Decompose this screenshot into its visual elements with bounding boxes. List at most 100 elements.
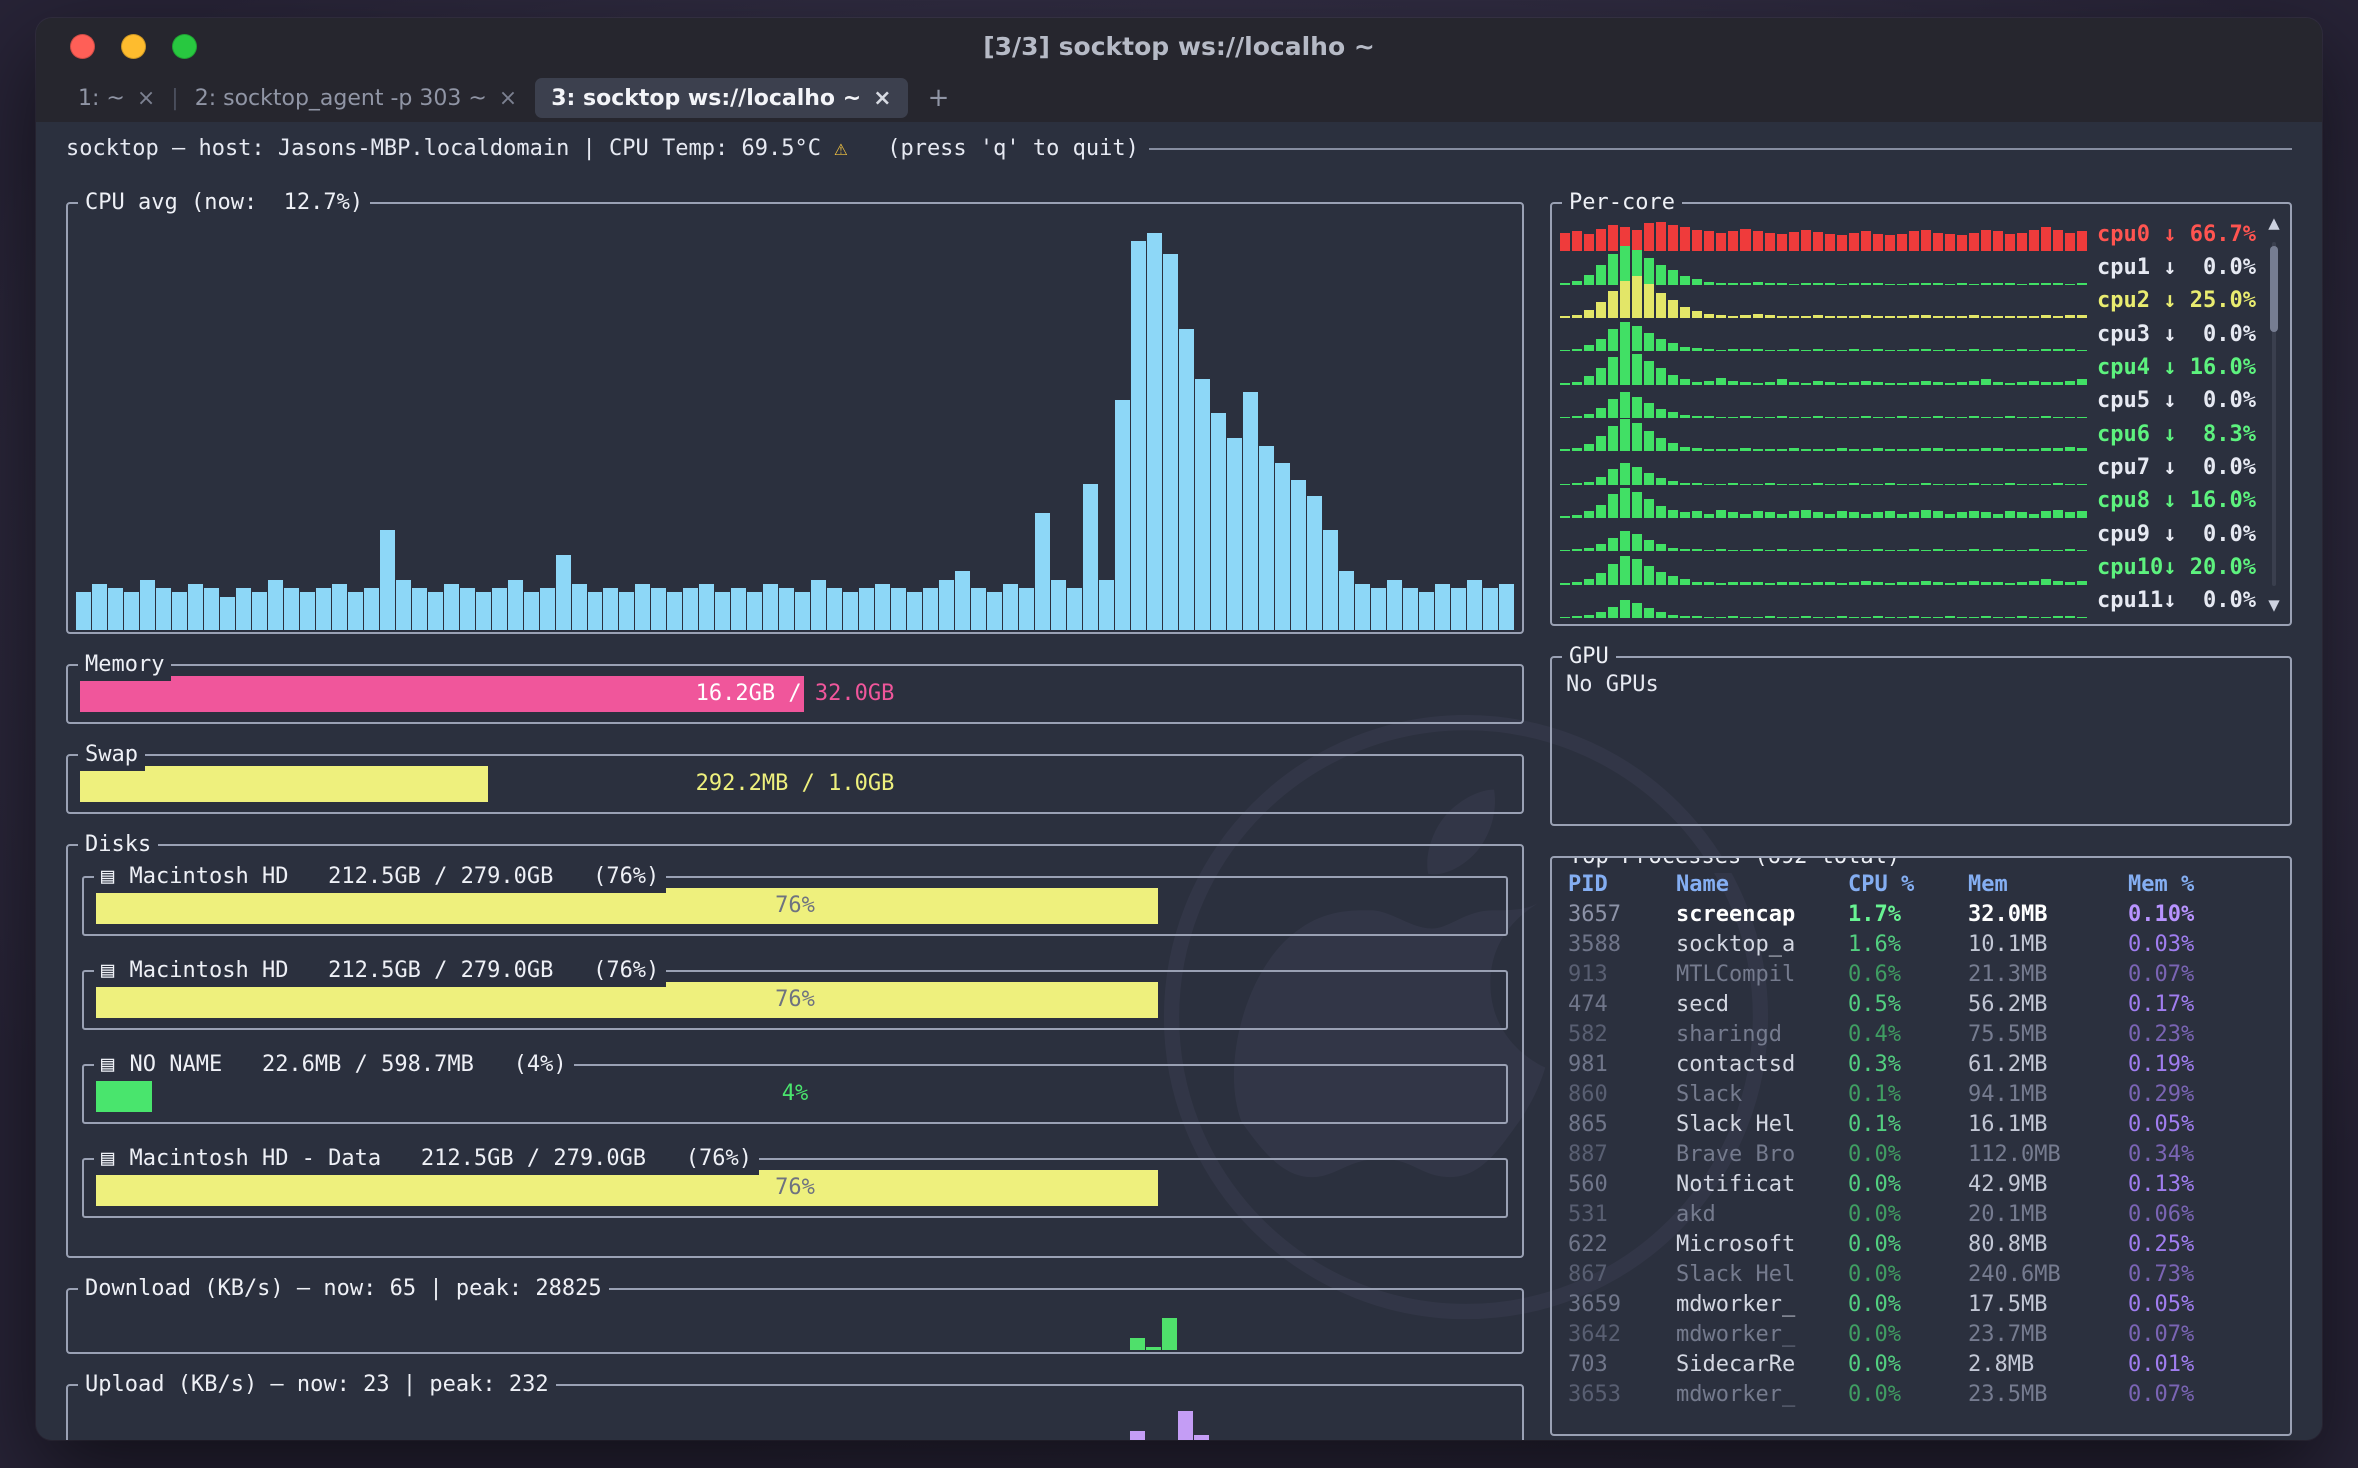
chart-bar [1957,617,1967,618]
process-row[interactable]: 3657screencap1.7%32.0MB0.10% [1568,900,2274,930]
chart-bar [1825,617,1835,618]
close-window-button[interactable] [70,34,95,59]
process-cell-memp: 0.19% [2128,1050,2274,1080]
process-row[interactable]: 531akd0.0%20.1MB0.06% [1568,1200,2274,1230]
process-cell-name: socktop_a [1676,930,1848,960]
process-cell-cpu: 0.4% [1848,1020,1968,1050]
chart-bar [1716,617,1726,618]
chart-bar [1921,617,1931,618]
core-spark-cpu3 [1560,319,2089,351]
chart-bar [1194,1435,1209,1440]
tab-2[interactable]: 2: socktop_agent -p 303 ~× [179,74,534,122]
process-row[interactable]: 913MTLCompil0.6%21.3MB0.07% [1568,960,2274,990]
disk-item-title: ▤ Macintosh HD 212.5GB / 279.0GB (76%) [94,955,666,987]
chart-bar [1789,511,1799,518]
chart-bar [1656,368,1666,385]
chart-bar [1993,617,2003,618]
chart-bar [1584,275,1594,285]
disk-icon: ▤ [101,861,114,893]
tab-close-icon[interactable]: × [137,86,155,111]
per-core-scrollbar[interactable]: ▲ ▼ [2262,208,2286,620]
process-cell-cpu: 0.0% [1848,1140,1968,1170]
chart-bar [348,592,363,630]
chart-bar [603,588,618,630]
process-cell-name: Slack Hel [1676,1110,1848,1140]
process-cell-memp: 0.01% [2128,1350,2274,1380]
chart-bar [1993,231,2003,251]
core-label-cpu5: cpu5 ↓ 0.0% [2097,386,2256,416]
process-row[interactable]: 474secd0.5%56.2MB0.17% [1568,990,2274,1020]
title-bar[interactable]: [3/3] socktop ws://localho ~ [36,18,2322,74]
chart-bar [1692,616,1702,618]
process-row[interactable]: 981contactsd0.3%61.2MB0.19% [1568,1050,2274,1080]
chart-bar [1740,617,1750,618]
chart-bar [1668,576,1678,585]
minimize-window-button[interactable] [121,34,146,59]
process-cell-name: Brave Bro [1676,1140,1848,1170]
process-row[interactable]: 860Slack0.1%94.1MB0.29% [1568,1080,2274,1110]
chart-bar [1957,235,1967,251]
process-row[interactable]: 3653mdworker_0.0%23.5MB0.07% [1568,1380,2274,1410]
top-processes-panel: Top Processes (692 total) PIDNameCPU %Me… [1550,856,2292,1436]
chart-bar [683,588,698,630]
chart-bar [1596,477,1606,485]
chart-bar [1753,231,1763,251]
tab-close-icon[interactable]: × [873,86,891,111]
chart-bar [1596,612,1606,618]
process-cell-memp: 0.29% [2128,1080,2274,1110]
process-row[interactable]: 622Microsoft0.0%80.8MB0.25% [1568,1230,2274,1260]
process-cell-memp: 0.13% [2128,1170,2274,1200]
chart-bar [1608,538,1618,551]
chart-bar [1584,444,1594,451]
zoom-window-button[interactable] [172,34,197,59]
gpu-panel: GPU No GPUs [1550,656,2292,826]
chart-bar [428,592,443,630]
process-cell-mem: 56.2MB [1968,990,2128,1020]
chart-bar [1291,480,1306,630]
chart-bar [524,592,539,630]
chart-bar [1596,408,1606,418]
new-tab-button[interactable]: + [910,74,968,122]
per-core-list: cpu0 ↓ 66.7%cpu1 ↓ 0.0%cpu2 ↓ 25.0%cpu3 … [1560,218,2256,618]
process-row[interactable]: 3588socktop_a1.6%10.1MB0.03% [1568,930,2274,960]
process-row[interactable]: 3642mdworker_0.0%23.7MB0.07% [1568,1320,2274,1350]
process-row[interactable]: 887Brave Bro0.0%112.0MB0.34% [1568,1140,2274,1170]
chart-bar [268,580,283,630]
chart-bar [1765,616,1775,618]
chart-bar [1451,588,1466,630]
tab-3[interactable]: 3: socktop ws://localho ~× [535,78,907,118]
chart-bar [332,584,347,630]
scroll-up-icon[interactable]: ▲ [2268,208,2279,238]
process-row[interactable]: 582sharingd0.4%75.5MB0.23% [1568,1020,2274,1050]
chart-bar [1572,231,1582,251]
chart-bar [1692,230,1702,251]
process-row[interactable]: 703SidecarRe0.0%2.8MB0.01% [1568,1350,2274,1380]
chart-bar [140,580,155,630]
chart-bar [987,592,1002,630]
chart-bar [1861,231,1871,251]
chart-bar [1668,615,1678,618]
process-cell-mem: 112.0MB [1968,1140,2128,1170]
scrollbar-track[interactable] [2272,242,2276,586]
disk-item-2: ▤ NO NAME 22.6MB / 598.7MB (4%)4%4% [82,1064,1508,1124]
process-row[interactable]: 3659mdworker_0.0%17.5MB0.05% [1568,1290,2274,1320]
tab-1[interactable]: 1: ~× [62,74,171,122]
process-row[interactable]: 865Slack Hel0.1%16.1MB0.05% [1568,1110,2274,1140]
chart-bar [1227,438,1242,630]
process-cell-memp: 0.17% [2128,990,2274,1020]
process-row[interactable]: 560Notificat0.0%42.9MB0.13% [1568,1170,2274,1200]
disks-panel: Disks ▤ Macintosh HD 212.5GB / 279.0GB (… [66,844,1524,1258]
core-spark-cpu10 [1560,553,2089,585]
chart-bar [2005,511,2015,518]
tab-close-icon[interactable]: × [499,86,517,111]
chart-bar [444,584,459,630]
chart-bar [1765,233,1775,251]
scrollbar-thumb[interactable] [2270,246,2278,332]
disk-item-title: ▤ NO NAME 22.6MB / 598.7MB (4%) [94,1049,574,1081]
cpu-history-chart [76,212,1514,630]
chart-bar [1632,354,1642,385]
process-row[interactable]: 867Slack Hel0.0%240.6MB0.73% [1568,1260,2274,1290]
scroll-down-icon[interactable]: ▼ [2268,590,2279,620]
chart-bar [1680,307,1690,318]
download-title: Download (KB/s) — now: 65 | peak: 28825 [78,1273,609,1305]
